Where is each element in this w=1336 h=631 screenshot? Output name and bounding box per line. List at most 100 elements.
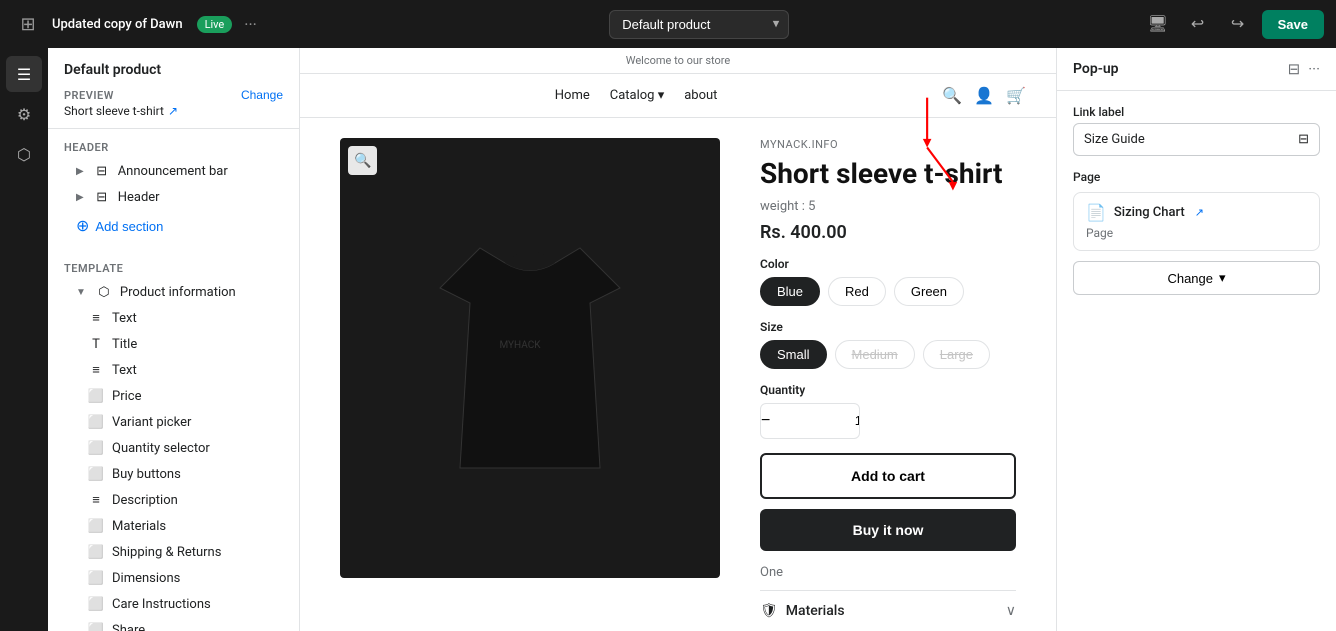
variant-picker-icon: ⬜ [88, 414, 104, 430]
product-select[interactable]: Default product [609, 10, 789, 39]
desktop-preview-icon[interactable]: 🖥 [1142, 8, 1174, 40]
apps-icon[interactable]: ⬡ [6, 136, 42, 172]
color-btn-red[interactable]: Red [828, 277, 886, 306]
preview-product: Short sleeve t-shirt ↗ [64, 104, 283, 118]
topbar-title: Updated copy of Dawn [52, 17, 183, 32]
sidebar-item-text1[interactable]: ≡ Text [48, 305, 299, 331]
more-options-icon[interactable]: ··· [244, 15, 257, 34]
sidebar-item-price[interactable]: ⬜ Price [48, 383, 299, 409]
tshirt-image: MYHACK [400, 208, 660, 508]
page-card: 📄 Sizing Chart ↗ Page [1073, 192, 1320, 251]
materials-label: Materials [112, 519, 166, 534]
sidebar-item-product-info[interactable]: ▼ ⬡ Product information [48, 279, 299, 305]
materials-icon: 🛡 [760, 603, 778, 619]
sidebar-item-title[interactable]: T Title [48, 331, 299, 357]
external-link-icon[interactable]: ↗ [1195, 206, 1204, 219]
caret-icon-2: ▶ [76, 192, 84, 203]
header-section: HEADER ▶ ⊟ Announcement bar ▶ ⊟ Header ⊕… [48, 129, 299, 250]
store-nav-icons: 🔍 👤 🛒 [942, 86, 1026, 105]
sidebar-item-dimensions[interactable]: ⬜ Dimensions [48, 565, 299, 591]
sections-icon[interactable]: ☰ [6, 56, 42, 92]
sidebar-item-text2[interactable]: ≡ Text [48, 357, 299, 383]
materials-accordion[interactable]: 🛡 Materials ∨ [760, 590, 1016, 631]
add-to-cart-button[interactable]: Add to cart [760, 453, 1016, 499]
cart-icon[interactable]: 🛒 [1006, 86, 1026, 105]
sidebar-item-qty-selector[interactable]: ⬜ Quantity selector [48, 435, 299, 461]
redo-icon[interactable]: ↪ [1222, 8, 1254, 40]
icon-bar: ☰ ⚙ ⬡ [0, 48, 48, 631]
store-nav: Home Catalog ▾ about 🔍 👤 🛒 [300, 74, 1056, 118]
color-btn-green[interactable]: Green [894, 277, 964, 306]
qty-input[interactable] [770, 413, 860, 428]
preview-product-link[interactable]: ↗ [168, 104, 178, 118]
dimensions-label: Dimensions [112, 571, 180, 586]
layers-icon[interactable]: ⊟ [1288, 60, 1301, 78]
color-label: Color [760, 257, 1016, 271]
sidebar-item-buy-buttons[interactable]: ⬜ Buy buttons [48, 461, 299, 487]
undo-icon[interactable]: ↩ [1182, 8, 1214, 40]
nav-catalog[interactable]: Catalog ▾ [610, 88, 664, 103]
store-topbar-text: Welcome to our store [626, 54, 731, 67]
settings-icon[interactable]: ⚙ [6, 96, 42, 132]
sidebar-item-share[interactable]: ⬜ Share [48, 617, 299, 631]
qty-label: Quantity [760, 383, 1016, 397]
nav-about[interactable]: about [684, 88, 717, 103]
preview-product-name: Short sleeve t-shirt [64, 104, 164, 118]
description-icon: ≡ [88, 492, 104, 508]
buy-buttons-icon: ⬜ [88, 466, 104, 482]
caret-icon-3: ▼ [76, 287, 86, 298]
buy-now-button[interactable]: Buy it now [760, 509, 1016, 551]
right-panel-body: Link label Size Guide ⊟ Page 📄 Sizing Ch… [1057, 91, 1336, 631]
save-button[interactable]: Save [1262, 10, 1324, 39]
nav-home[interactable]: Home [555, 88, 590, 103]
product-brand: MYNACK.INFO [760, 138, 1016, 151]
shipping-label: Shipping & Returns [112, 545, 221, 560]
sidebar-item-header[interactable]: ▶ ⊟ Header [48, 184, 299, 210]
sidebar-item-description[interactable]: ≡ Description [48, 487, 299, 513]
color-btn-blue[interactable]: Blue [760, 277, 820, 306]
care-icon: ⬜ [88, 596, 104, 612]
care-label: Care Instructions [112, 597, 211, 612]
page-doc-icon: 📄 [1086, 203, 1106, 222]
dimensions-icon: ⬜ [88, 570, 104, 586]
sidebar-item-variant-picker[interactable]: ⬜ Variant picker [48, 409, 299, 435]
product-price: Rs. 400.00 [760, 222, 1016, 243]
search-icon[interactable]: 🔍 [942, 86, 962, 105]
announcement-icon: ⊟ [94, 163, 110, 179]
right-panel-header: Pop-up ⊟ ··· [1057, 48, 1336, 91]
caret-icon: ▶ [76, 166, 84, 177]
text2-icon: ≡ [88, 362, 104, 378]
more-icon[interactable]: ··· [1308, 60, 1320, 78]
color-options: Blue Red Green [760, 277, 1016, 306]
grid-icon[interactable]: ⊞ [12, 14, 44, 35]
svg-text:MYHACK: MYHACK [499, 340, 541, 351]
announcement-label: Announcement bar [118, 164, 228, 179]
product-area: 🔍 MYHACK MYNACK.INFO Sho [300, 118, 1056, 631]
add-section-button[interactable]: ⊕ Add section [48, 210, 191, 242]
zoom-button[interactable]: 🔍 [348, 146, 377, 175]
qty-decrease-button[interactable]: − [761, 404, 770, 438]
size-btn-large[interactable]: Large [923, 340, 990, 369]
template-section-label: TEMPLATE [48, 258, 299, 279]
plus-icon: ⊕ [76, 216, 89, 236]
sidebar-item-materials[interactable]: ⬜ Materials [48, 513, 299, 539]
size-btn-small[interactable]: Small [760, 340, 827, 369]
preview-change-button[interactable]: Change [241, 88, 283, 102]
product-info-label: Product information [120, 285, 236, 300]
preview-row: PREVIEW Change [64, 88, 283, 102]
product-weight: weight : 5 [760, 199, 1016, 214]
size-btn-medium[interactable]: Medium [835, 340, 915, 369]
shipping-icon: ⬜ [88, 544, 104, 560]
sidebar-item-care[interactable]: ⬜ Care Instructions [48, 591, 299, 617]
product-image-wrap: 🔍 MYHACK [340, 138, 720, 631]
materials-chevron: ∨ [1006, 603, 1016, 619]
link-label-input[interactable]: Size Guide ⊟ [1073, 123, 1320, 156]
account-icon[interactable]: 👤 [974, 86, 994, 105]
sidebar: Default product PREVIEW Change Short sle… [48, 48, 300, 631]
description-label: Description [112, 493, 178, 508]
buy-buttons-label: Buy buttons [112, 467, 181, 482]
sidebar-item-shipping[interactable]: ⬜ Shipping & Returns [48, 539, 299, 565]
header-icon: ⊟ [94, 189, 110, 205]
change-button[interactable]: Change ▾ [1073, 261, 1320, 295]
sidebar-item-announcement[interactable]: ▶ ⊟ Announcement bar [48, 158, 299, 184]
